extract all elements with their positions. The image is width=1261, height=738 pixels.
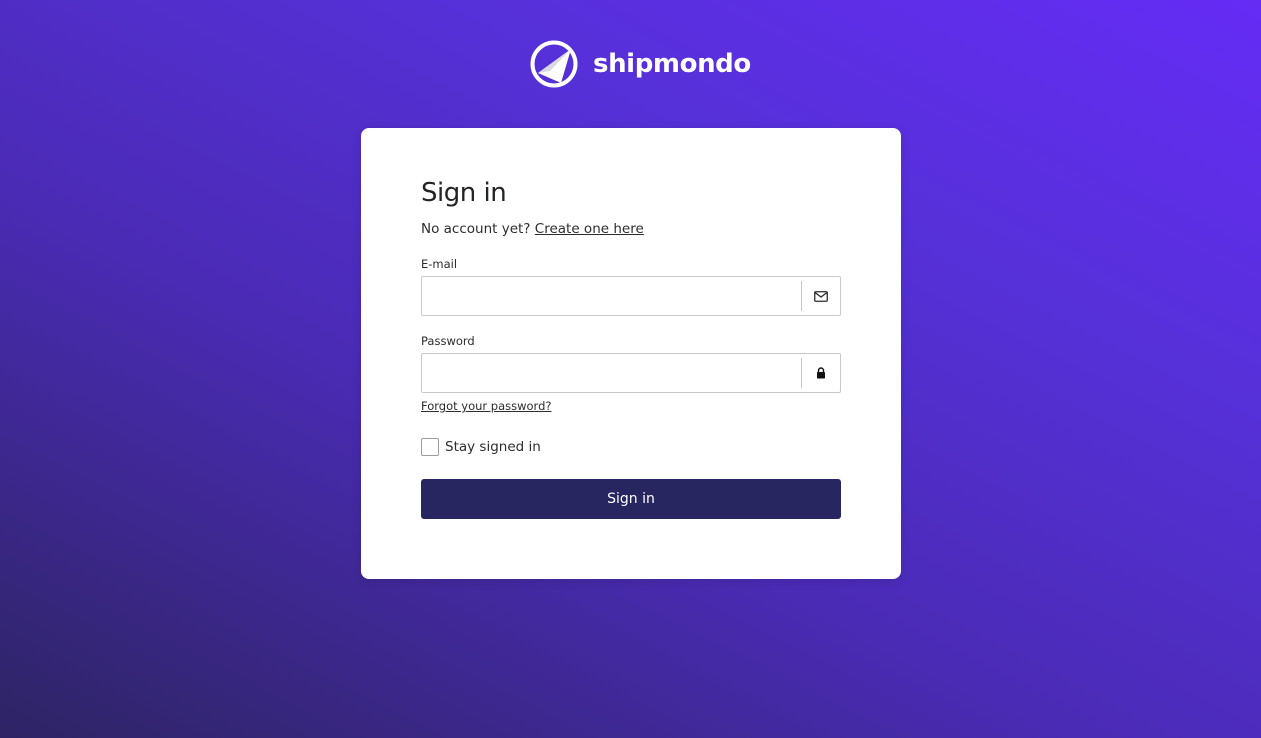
- shipmondo-logo[interactable]: shipmondo: [530, 40, 751, 88]
- brand-name: shipmondo: [593, 49, 751, 79]
- stay-signed-in-label[interactable]: Stay signed in: [445, 437, 541, 457]
- create-account-link[interactable]: Create one here: [535, 221, 644, 237]
- password-field[interactable]: [422, 354, 801, 392]
- signin-card: Sign in No account yet? Create one here …: [361, 128, 901, 579]
- envelope-icon: [801, 281, 840, 311]
- password-field-group: [421, 353, 841, 393]
- no-account-text: No account yet?: [421, 221, 531, 237]
- no-account-line: No account yet? Create one here: [421, 219, 644, 239]
- paper-plane-circle-icon: [530, 40, 578, 88]
- lock-icon: [801, 358, 840, 388]
- stay-signed-in-row[interactable]: Stay signed in: [421, 437, 541, 457]
- email-label: E-mail: [421, 257, 458, 271]
- stay-signed-in-checkbox[interactable]: [421, 438, 439, 456]
- page-title: Sign in: [421, 178, 507, 208]
- sign-in-button[interactable]: Sign in: [421, 479, 841, 519]
- forgot-password-link[interactable]: Forgot your password?: [421, 398, 551, 414]
- email-field-group: [421, 276, 841, 316]
- email-field[interactable]: [422, 277, 801, 315]
- password-label: Password: [421, 334, 475, 348]
